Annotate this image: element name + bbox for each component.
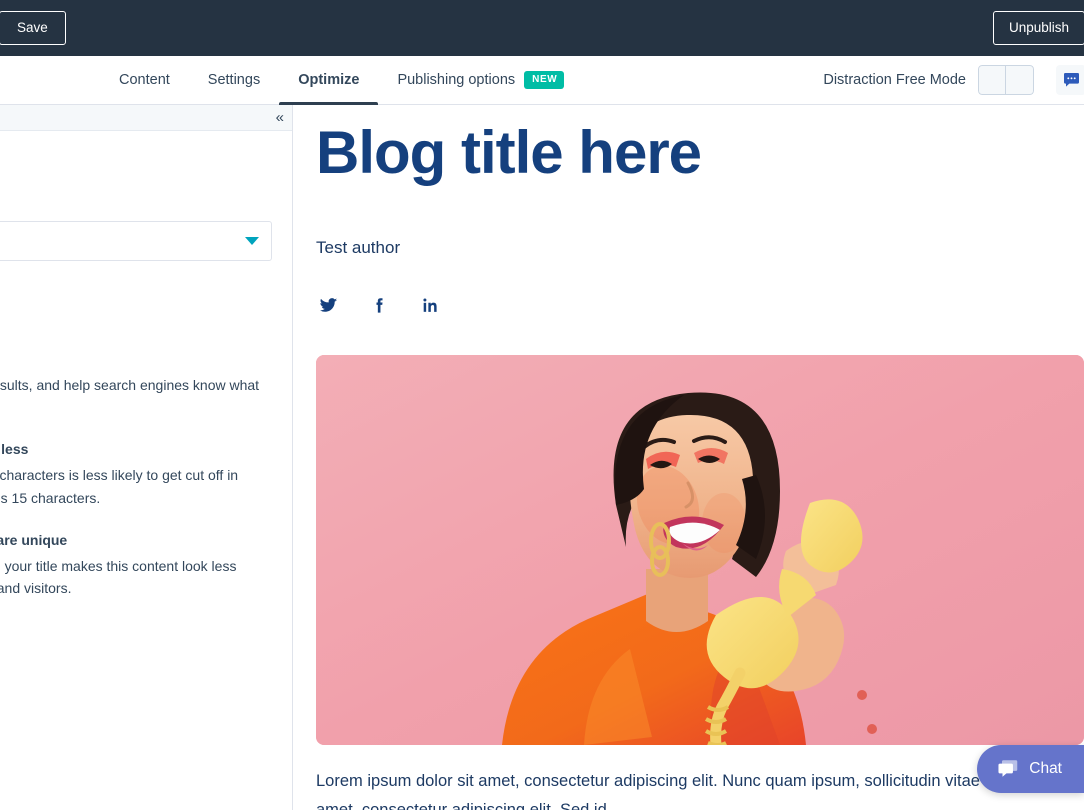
speech-bubble-icon: [998, 760, 1018, 777]
recommendation-description: A page title that's less than 70 charact…: [0, 467, 239, 507]
tab-settings[interactable]: Settings: [189, 56, 279, 105]
panel-title: Optimize: [0, 158, 272, 180]
tab-content[interactable]: Content: [100, 56, 189, 105]
toggle-half-right: [1006, 65, 1034, 95]
blog-preview: Blog title here Test author Lorem ipsum …: [294, 105, 1084, 810]
section-content[interactable]: CONTENT: [0, 624, 272, 639]
tab-settings-label: Settings: [207, 72, 261, 88]
recommendation-description: Repeating the domain name in your title …: [0, 557, 237, 597]
top-action-bar: Save Unpublish: [0, 0, 1084, 56]
recommendation-item: Your page has a title Page titles appear…: [0, 351, 272, 419]
unpublish-button[interactable]: Unpublish: [992, 10, 1084, 46]
toggle-half-left: [978, 65, 1006, 95]
sidebar-header: «: [0, 105, 292, 131]
tab-list: Content Settings Optimize Publishing opt…: [100, 56, 583, 105]
sidebar-body: Optimize Search a topic Not linked to to…: [0, 158, 292, 717]
optimize-sidebar: « Optimize Search a topic Not linked to …: [0, 105, 293, 810]
comments-button[interactable]: [1056, 65, 1084, 95]
topic-select[interactable]: Search a topic: [0, 221, 272, 261]
tab-publishing-options[interactable]: Publishing options NEW: [378, 56, 583, 105]
recommendation-title: Your title is 70 characters or less: [0, 441, 29, 458]
section-crawling-and-indexing[interactable]: CRAWLING AND INDEXING: [0, 702, 272, 717]
double-chevron-left-icon[interactable]: «: [276, 110, 284, 125]
body-paragraph: Lorem ipsum dolor sit amet, consectetur …: [316, 771, 1074, 810]
new-badge: NEW: [524, 71, 565, 89]
nav-right-group: Distraction Free Mode: [823, 65, 1084, 95]
distraction-free-mode-label: Distraction Free Mode: [823, 72, 966, 88]
seo-recommendation-list: Your page has a title Page titles appear…: [0, 351, 272, 600]
tab-optimize[interactable]: Optimize: [279, 56, 379, 105]
comment-icon: [1063, 72, 1079, 87]
recommendation-item: Your title and domain name are unique Re…: [0, 532, 272, 600]
section-mobile-friendliness[interactable]: MOBILE FRIENDLINESS: [0, 663, 272, 678]
save-button[interactable]: Save: [0, 10, 66, 46]
hero-image-graphic: [316, 354, 1084, 745]
recommendation-item: Your title is 70 characters or less A pa…: [0, 441, 272, 509]
page-title: Blog title here: [316, 119, 702, 186]
distraction-free-mode-toggle[interactable]: [978, 65, 1034, 95]
social-share-row: [316, 296, 1084, 315]
twitter-icon[interactable]: [319, 296, 338, 315]
topic-select-value: Search a topic: [0, 233, 245, 250]
chevron-down-icon: [245, 237, 259, 245]
recommendation-title: Your page has a title: [0, 351, 272, 367]
tab-publishing-options-label: Publishing options: [397, 72, 516, 88]
tab-content-label: Content: [119, 72, 170, 88]
linkedin-icon[interactable]: [421, 296, 440, 315]
chat-widget-label: Chat: [1029, 760, 1062, 777]
topbar-left-group: Save: [0, 10, 66, 46]
topbar-right-group: Unpublish: [992, 10, 1084, 46]
tab-optimize-label: Optimize: [298, 72, 360, 88]
facebook-icon[interactable]: [370, 296, 389, 315]
recommendation-title: Your title and domain name are unique: [0, 531, 68, 548]
editor-tab-bar: Content Settings Optimize Publishing opt…: [0, 56, 1084, 105]
author-name: Test author: [316, 237, 401, 257]
chat-widget-button[interactable]: Chat: [977, 745, 1084, 793]
recommendation-description: Page titles appear in search results, an…: [0, 377, 260, 393]
hero-image: [316, 354, 1084, 745]
